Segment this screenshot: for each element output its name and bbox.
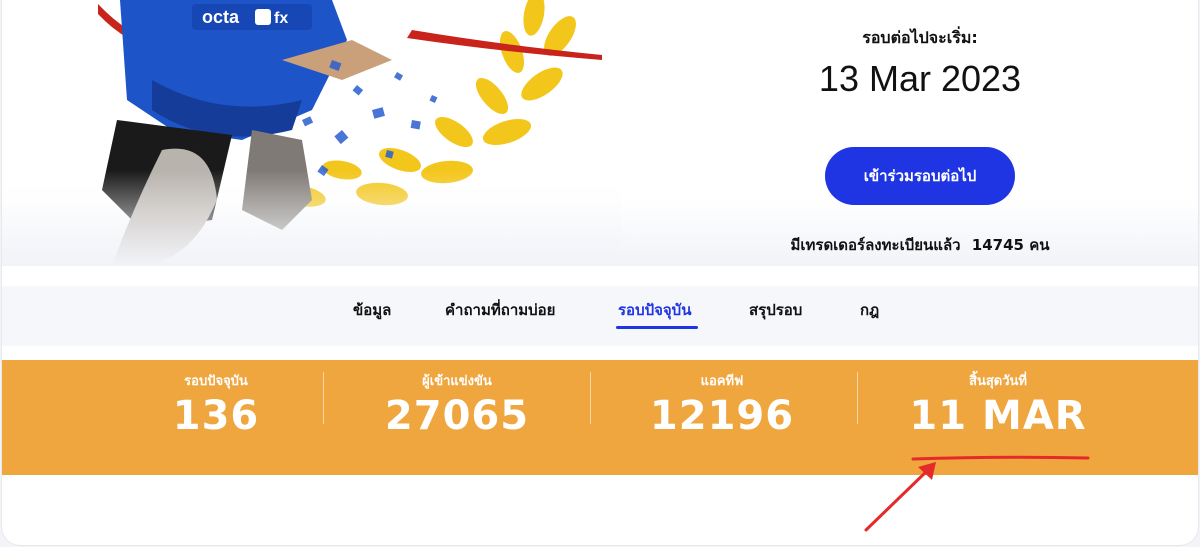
svg-text:fx: fx [274, 10, 288, 27]
competition-card: octa fx รอบต่อไปจะเริ่ม: 13 Mar 2023 เข้… [2, 0, 1198, 545]
stat-value: 27065 [384, 393, 530, 439]
tab-bar: ข้อมูล คำถามที่ถามบ่อย รอบปัจจุบัน สรุปร… [2, 286, 1198, 346]
registered-label: มีเทรดเดอร์ลงทะเบียนแล้ว [790, 236, 961, 254]
stat-divider [323, 372, 324, 424]
logo-octafx: octa fx [192, 4, 312, 30]
stat-active: แอคทีฟ 12196 [612, 370, 832, 439]
stat-label: รอบปัจจุบัน [184, 374, 248, 389]
tab-round-summary[interactable]: สรุปรอบ [749, 298, 802, 322]
registered-traders-text: มีเทรดเดอร์ลงทะเบียนแล้ว 14745 คน [762, 233, 1078, 257]
registered-unit: คน [1029, 236, 1050, 254]
stats-bar: รอบปัจจุบัน 136 ผู้เข้าแข่งขัน 27065 แอค… [2, 360, 1198, 475]
hero-illustration: octa fx [2, 0, 622, 266]
stat-value: 11 MAR [909, 393, 1087, 439]
svg-text:octa: octa [202, 7, 240, 27]
tab-rules[interactable]: กฎ [860, 298, 879, 322]
next-round-date: 13 Mar 2023 [818, 58, 1022, 99]
stat-end-date: สิ้นสุดวันที่ 11 MAR [888, 370, 1108, 439]
stat-divider [590, 372, 591, 424]
stat-value: 136 [172, 393, 260, 439]
next-round-label: รอบต่อไปจะเริ่ม: [862, 28, 978, 47]
stat-participants: ผู้เข้าแข่งขัน 27065 [347, 370, 567, 439]
stat-current-round: รอบปัจจุบัน 136 [106, 370, 326, 439]
join-next-round-button[interactable]: เข้าร่วมรอบต่อไป [825, 147, 1015, 205]
stat-label: สิ้นสุดวันที่ [969, 374, 1027, 389]
tab-info[interactable]: ข้อมูล [353, 298, 391, 322]
registered-count: 14745 [971, 236, 1024, 254]
stat-divider [857, 372, 858, 424]
tab-current-round[interactable]: รอบปัจจุบัน [618, 298, 691, 322]
tab-faq[interactable]: คำถามที่ถามบ่อย [445, 298, 555, 322]
stat-label: แอคทีฟ [700, 374, 744, 389]
stat-value: 12196 [649, 393, 795, 439]
stat-label: ผู้เข้าแข่งขัน [422, 374, 492, 389]
active-tab-indicator [616, 326, 698, 329]
hero-banner: octa fx รอบต่อไปจะเริ่ม: 13 Mar 2023 เข้… [2, 0, 1198, 266]
